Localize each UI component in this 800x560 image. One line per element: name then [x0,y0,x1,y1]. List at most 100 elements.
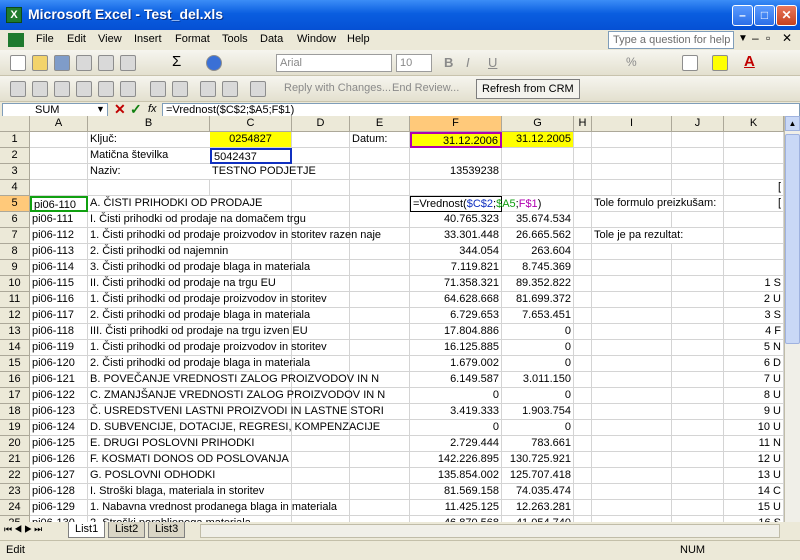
cell-a6[interactable]: pi06-111 [30,212,88,228]
cell-e20[interactable] [350,436,410,452]
cell-j22[interactable] [672,468,724,484]
close-window-button[interactable]: ✕ [776,5,797,26]
row-header-24[interactable]: 24 [0,500,30,516]
cell-j20[interactable] [672,436,724,452]
save-icon[interactable] [54,55,70,71]
cell-b19[interactable]: D. SUBVENCIJE, DOTACIJE, REGRESI, KOMPEN… [88,420,380,436]
cell-d1[interactable] [292,132,350,148]
underline-button[interactable]: U [488,55,497,70]
column-header-h[interactable]: H [574,116,592,132]
cell-i6[interactable] [592,212,672,228]
doc-minimize-icon[interactable]: – [752,31,759,45]
cell-f22[interactable]: 135.854.002 [410,468,502,484]
cell-f15[interactable]: 1.679.002 [410,356,502,372]
font-size-combo[interactable]: 10 [396,54,432,72]
cell-j11[interactable] [672,292,724,308]
select-all-corner[interactable] [0,116,30,132]
cell-a3[interactable] [30,164,88,180]
cell-i4[interactable] [592,180,672,196]
insert-function-icon[interactable]: fx [148,103,157,115]
cell-j8[interactable] [672,244,724,260]
tab-scroll-icons[interactable]: ⏮◀▶⏭ [4,524,44,535]
column-header-f[interactable]: F [410,116,502,132]
row-header-4[interactable]: 4 [0,180,30,196]
cell-e1[interactable]: Datum: [350,132,410,148]
cell-g10[interactable]: 89.352.822 [502,276,574,292]
cell-a2[interactable] [30,148,88,164]
cell-h23[interactable] [574,484,592,500]
cell-e9[interactable] [350,260,410,276]
cell-d4[interactable] [292,180,350,196]
cell-b15[interactable]: 2. Čisti prihodki od prodaje blaga in ma… [88,356,310,372]
cell-h5[interactable] [574,196,592,212]
cell-f17[interactable]: 0 [410,388,502,404]
doc-restore-icon[interactable]: ▫ [766,31,770,45]
cell-b2[interactable]: Matična številka [88,148,210,164]
minimize-button[interactable]: – [732,5,753,26]
cell-b11[interactable]: 1. Čisti prihodki od prodaje proizvodov … [88,292,327,308]
cell-a14[interactable]: pi06-119 [30,340,88,356]
cell-f8[interactable]: 344.054 [410,244,502,260]
cell-h6[interactable] [574,212,592,228]
cell-b3[interactable]: Naziv: [88,164,210,180]
review-icon-2[interactable] [32,81,48,97]
review-icon-5[interactable] [98,81,114,97]
cell-j6[interactable] [672,212,724,228]
cell-g6[interactable]: 35.674.534 [502,212,574,228]
row-header-22[interactable]: 22 [0,468,30,484]
cell-g8[interactable]: 263.604 [502,244,574,260]
row-header-11[interactable]: 11 [0,292,30,308]
sheet-tab-list3[interactable]: List3 [148,522,186,538]
cell-g21[interactable]: 130.725.921 [502,452,574,468]
cell-i5[interactable]: Tole formulo preizkušam: [592,196,716,212]
cell-k7[interactable] [724,228,784,244]
cell-g22[interactable]: 125.707.418 [502,468,574,484]
cell-a12[interactable]: pi06-117 [30,308,88,324]
review-icon-7[interactable] [150,81,166,97]
cell-d20[interactable] [292,436,350,452]
menu-help[interactable]: Help [347,33,370,45]
cell-i8[interactable] [592,244,672,260]
cell-f18[interactable]: 3.419.333 [410,404,502,420]
cell-g1[interactable]: 31.12.2005 [502,132,574,148]
print-icon[interactable] [98,55,114,71]
column-header-j[interactable]: J [672,116,724,132]
cell-j18[interactable] [672,404,724,420]
row-header-18[interactable]: 18 [0,404,30,420]
row-header-2[interactable]: 2 [0,148,30,164]
cell-i18[interactable] [592,404,672,420]
cell-e23[interactable] [350,484,410,500]
cell-i19[interactable] [592,420,672,436]
cell-i1[interactable] [592,132,672,148]
cell-i9[interactable] [592,260,672,276]
cell-j23[interactable] [672,484,724,500]
open-icon[interactable] [32,55,48,71]
cell-h21[interactable] [574,452,592,468]
cell-g9[interactable]: 8.745.369 [502,260,574,276]
cell-b7[interactable]: 1. Čisti prihodki od prodaje proizvodov … [88,228,381,244]
cell-k3[interactable] [724,164,784,180]
reply-with-changes-button[interactable]: Reply with Changes... [284,82,391,94]
row-header-8[interactable]: 8 [0,244,30,260]
cell-e3[interactable] [350,164,410,180]
cell-k8[interactable] [724,244,784,260]
row-header-1[interactable]: 1 [0,132,30,148]
cell-g2[interactable] [502,148,574,164]
cell-e13[interactable] [350,324,410,340]
cell-a10[interactable]: pi06-115 [30,276,88,292]
fill-color-icon[interactable] [712,55,728,71]
cell-i3[interactable] [592,164,672,180]
cell-g3[interactable] [502,164,574,180]
row-header-6[interactable]: 6 [0,212,30,228]
cell-h19[interactable] [574,420,592,436]
column-header-g[interactable]: G [502,116,574,132]
review-icon-1[interactable] [10,81,26,97]
cell-c22[interactable] [210,468,292,484]
cell-c4[interactable] [210,180,292,196]
cell-i21[interactable] [592,452,672,468]
cell-k1[interactable] [724,132,784,148]
cell-f1[interactable]: 31.12.2006 [410,132,502,148]
cell-g7[interactable]: 26.665.562 [502,228,574,244]
cell-g24[interactable]: 12.263.281 [502,500,574,516]
cell-j19[interactable] [672,420,724,436]
